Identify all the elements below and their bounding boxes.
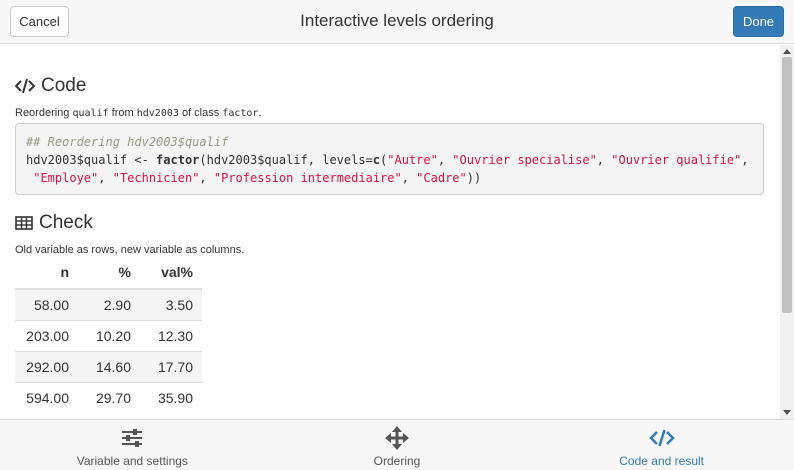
scroll-up-arrow-icon[interactable] <box>783 49 791 54</box>
check-description: Old variable as rows, new variable as co… <box>15 244 245 256</box>
code-icon <box>15 78 35 94</box>
tab-label: Code and result <box>619 454 704 468</box>
table-cell: 2.90 <box>103 297 131 313</box>
tab-label: Ordering <box>373 454 421 468</box>
check-table: n % val% 58.00 2.90 3.50 203.00 10.20 12… <box>15 258 202 413</box>
tab-label: Variable and settings <box>76 454 188 468</box>
table-cell: 14.60 <box>95 359 131 375</box>
level-string: "Employe" <box>33 171 99 185</box>
main-content[interactable]: Code Reordering qualif from hdv2003 of c… <box>0 45 780 419</box>
code-description: Reordering qualif from hdv2003 of class … <box>15 107 262 119</box>
move-arrows-icon <box>384 426 409 450</box>
check-heading: Check <box>15 212 93 234</box>
column-header: n <box>60 264 69 280</box>
scroll-thumb[interactable] <box>782 57 792 313</box>
check-heading-text: Check <box>39 212 93 233</box>
code-icon <box>648 429 675 447</box>
bottom-tab-bar: Variable and settings Ordering Code and … <box>0 419 794 470</box>
tab-variable-and-settings[interactable]: Variable and settings <box>0 420 265 470</box>
table-row: 203.00 10.20 12.30 <box>15 320 202 351</box>
variable-name: qualif <box>72 108 109 119</box>
table-row: 594.00 29.70 35.90 <box>15 382 202 413</box>
table-cell: 10.20 <box>95 328 131 344</box>
class-name: factor <box>222 108 259 119</box>
column-header: % <box>118 264 131 280</box>
table-icon <box>15 216 33 230</box>
table-cell: 58.00 <box>33 297 69 313</box>
code-heading: Code <box>15 75 86 97</box>
done-button[interactable]: Done <box>733 6 784 37</box>
table-cell: 3.50 <box>165 297 193 313</box>
table-header-row: n % val% <box>15 258 202 289</box>
level-string: "Ouvrier specialise" <box>452 153 597 167</box>
level-string: "Cadre" <box>416 171 467 185</box>
table-cell: 12.30 <box>157 328 193 344</box>
tab-code-and-result[interactable]: Code and result <box>529 420 794 470</box>
vertical-scrollbar[interactable] <box>780 45 794 419</box>
code-comment: ## Reordering hdv2003$qualif <box>26 135 229 149</box>
top-bar: Cancel Interactive levels ordering Done <box>0 0 794 44</box>
column-header: val% <box>161 264 193 280</box>
dataset-name: hdv2003 <box>136 108 179 119</box>
sliders-icon <box>122 429 143 447</box>
table-cell: 292.00 <box>26 359 69 375</box>
level-string: "Autre" <box>387 153 438 167</box>
table-row: 58.00 2.90 3.50 <box>15 289 202 320</box>
page-title: Interactive levels ordering <box>300 11 494 30</box>
level-string: "Technicien" <box>112 171 200 185</box>
tab-ordering[interactable]: Ordering <box>265 420 530 470</box>
table-cell: 17.70 <box>157 359 193 375</box>
code-block[interactable]: ## Reordering hdv2003$qualif hdv2003$qua… <box>15 123 764 195</box>
table-cell: 594.00 <box>26 390 69 406</box>
level-string: "Profession intermediaire" <box>213 171 402 185</box>
table-cell: 29.70 <box>95 390 131 406</box>
code-heading-text: Code <box>41 75 87 96</box>
table-row: 292.00 14.60 17.70 <box>15 351 202 382</box>
scroll-down-arrow-icon[interactable] <box>783 410 791 415</box>
level-string: "Ouvrier qualifie" <box>611 153 742 167</box>
table-cell: 203.00 <box>26 328 69 344</box>
table-cell: 35.90 <box>157 390 193 406</box>
